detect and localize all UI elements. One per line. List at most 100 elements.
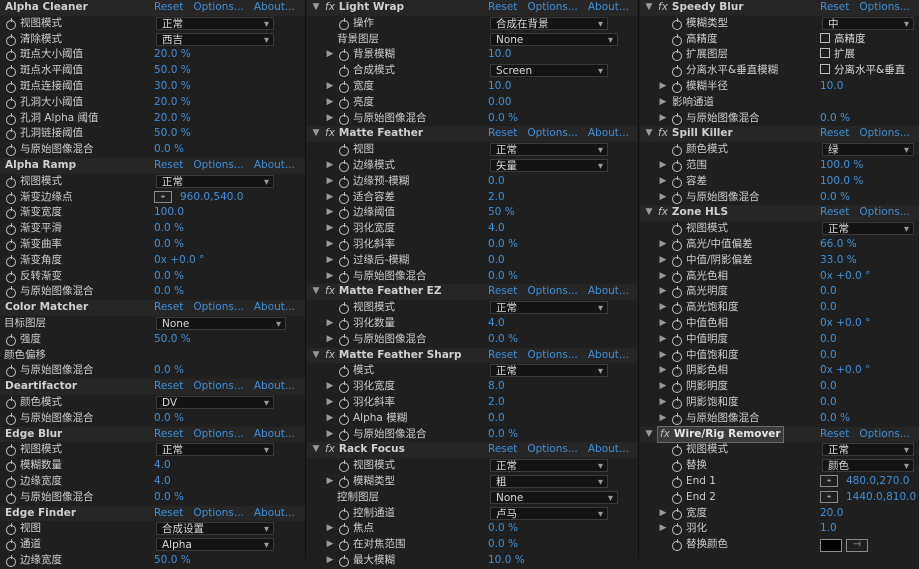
checkbox-box[interactable] (820, 48, 830, 59)
property-dropdown[interactable]: 颜色 (822, 459, 914, 473)
property-value[interactable]: 10.0 % (488, 553, 525, 569)
twirl-right-icon[interactable]: ▶ (325, 521, 335, 537)
twirl-right-icon[interactable]: ▶ (658, 316, 668, 332)
reset-link[interactable]: Reset (154, 507, 183, 519)
fx-toggle-icon[interactable]: fx (660, 428, 670, 440)
property-dropdown[interactable]: 正常 (156, 174, 274, 189)
effect-header-spill-killer[interactable]: ▼fxSpill KillerResetOptions...About... (640, 126, 919, 143)
about-link[interactable]: About... (588, 285, 629, 297)
property-value[interactable]: 0.0 (820, 379, 837, 395)
twirl-right-icon[interactable]: ▶ (658, 253, 668, 269)
twirl-right-icon[interactable]: ▶ (658, 411, 668, 427)
twirl-right-icon[interactable]: ▶ (658, 190, 668, 206)
twirl-right-icon[interactable]: ▶ (658, 174, 668, 190)
property-value[interactable]: 100.0 % (820, 158, 863, 174)
twirl-right-icon[interactable]: ▶ (325, 111, 335, 127)
property-value[interactable]: 4.0 (154, 474, 171, 490)
stopwatch-icon[interactable] (6, 475, 16, 488)
twirl-right-icon[interactable]: ▶ (658, 379, 668, 395)
stopwatch-icon[interactable] (672, 349, 682, 362)
stopwatch-icon[interactable] (672, 365, 682, 378)
stopwatch-icon[interactable] (6, 49, 16, 62)
twirl-right-icon[interactable]: ▶ (325, 205, 335, 221)
property-dropdown[interactable]: 卢马 (490, 506, 608, 521)
stopwatch-icon[interactable] (672, 381, 682, 394)
property-value[interactable]: 0.0 (820, 332, 837, 348)
property-dropdown[interactable]: 正常 (822, 222, 914, 236)
twirl-right-icon[interactable]: ▶ (325, 474, 335, 490)
stopwatch-icon[interactable] (6, 17, 16, 30)
stopwatch-icon[interactable] (672, 286, 682, 299)
property-value[interactable]: 0.0 % (488, 269, 518, 285)
property-value[interactable]: 0.0 % (488, 537, 518, 553)
stopwatch-icon[interactable] (672, 112, 682, 125)
effect-header-rack-focus[interactable]: ▼ fx Rack Focus Reset Options... About... (307, 442, 637, 459)
property-value[interactable]: 0.0 % (488, 111, 518, 127)
property-value[interactable]: 50.0 % (154, 126, 191, 142)
checkbox-box[interactable] (820, 32, 830, 43)
stopwatch-icon[interactable] (6, 254, 16, 267)
property-value[interactable]: 2.0 (488, 395, 505, 411)
twirl-right-icon[interactable]: ▶ (658, 363, 668, 379)
stopwatch-icon[interactable] (672, 302, 682, 315)
effect-header-matte-feather[interactable]: ▼ fx Matte Feather Reset Options... About... (307, 126, 637, 143)
stopwatch-icon[interactable] (6, 333, 16, 346)
options-link[interactable]: Options... (527, 1, 578, 13)
property-value[interactable]: 0x +0.0 ° (154, 253, 204, 269)
effect-header-deartifactor[interactable]: Deartifactor Reset Options... About... (0, 379, 305, 395)
twirl-right-icon[interactable]: ▶ (658, 332, 668, 348)
twirl-right-icon[interactable]: ▶ (658, 506, 668, 522)
options-link[interactable]: Options... (527, 285, 578, 297)
twirl-right-icon[interactable]: ▶ (325, 190, 335, 206)
property-value[interactable]: 20.0 % (154, 111, 191, 127)
property-value[interactable]: 10.0 (488, 47, 511, 63)
color-swatch[interactable] (820, 539, 842, 553)
effect-header-matte-feather-ez[interactable]: ▼ fx Matte Feather EZ Reset Options... About.… (307, 284, 637, 301)
stopwatch-icon[interactable] (672, 80, 682, 93)
stopwatch-icon[interactable] (339, 365, 349, 378)
reset-link[interactable]: Reset (154, 301, 183, 313)
stopwatch-icon[interactable] (672, 175, 682, 188)
stopwatch-icon[interactable] (6, 523, 16, 536)
property-dropdown[interactable]: Alpha (156, 538, 274, 552)
stopwatch-icon[interactable] (6, 286, 16, 299)
twirl-right-icon[interactable]: ▶ (658, 269, 668, 285)
twirl-right-icon[interactable]: ▶ (325, 174, 335, 190)
stopwatch-icon[interactable] (6, 191, 16, 204)
twirl-right-icon[interactable]: ▶ (325, 79, 335, 95)
point-value[interactable]: 1440.0,810.0 (846, 490, 916, 506)
about-link[interactable]: About... (588, 1, 629, 13)
stopwatch-icon[interactable] (672, 444, 682, 457)
fx-toggle-icon[interactable]: fx (658, 206, 668, 218)
stopwatch-icon[interactable] (339, 207, 349, 220)
effect-header-color-matcher[interactable]: Color Matcher Reset Options... About... (0, 300, 305, 316)
property-dropdown[interactable]: DV (156, 395, 274, 410)
about-link[interactable]: About... (588, 443, 629, 455)
property-value[interactable]: 0.0 % (820, 411, 850, 427)
stopwatch-icon[interactable] (672, 475, 682, 488)
twirl-right-icon[interactable]: ▶ (325, 95, 335, 111)
options-link[interactable]: Options... (527, 349, 578, 361)
property-dropdown[interactable]: 合成在背景 (490, 16, 608, 31)
twirl-right-icon[interactable]: ▶ (658, 284, 668, 300)
stopwatch-icon[interactable] (339, 333, 349, 346)
property-dropdown[interactable]: 正常 (156, 443, 274, 457)
property-value[interactable]: 20.0 % (154, 95, 191, 111)
reset-link[interactable]: Reset (820, 127, 849, 139)
options-link[interactable]: Options... (193, 428, 244, 440)
property-value[interactable]: 20.0 (820, 506, 843, 522)
stopwatch-icon[interactable] (339, 507, 349, 520)
reset-link[interactable]: Reset (154, 159, 183, 171)
property-value[interactable]: 50.0 % (154, 553, 191, 569)
property-dropdown[interactable]: 正常 (490, 364, 608, 378)
property-value[interactable]: 30.0 % (154, 79, 191, 95)
about-link[interactable]: About... (254, 301, 295, 313)
property-dropdown[interactable]: 绿 (822, 143, 914, 157)
property-value[interactable]: 4.0 (154, 458, 171, 474)
stopwatch-icon[interactable] (339, 191, 349, 204)
reset-link[interactable]: Reset (488, 127, 517, 139)
property-value[interactable]: 4.0 (488, 316, 505, 332)
property-value[interactable]: 0.0 % (154, 490, 184, 506)
twirl-right-icon[interactable]: ▶ (658, 111, 668, 127)
property-value[interactable]: 100.0 % (820, 174, 863, 190)
